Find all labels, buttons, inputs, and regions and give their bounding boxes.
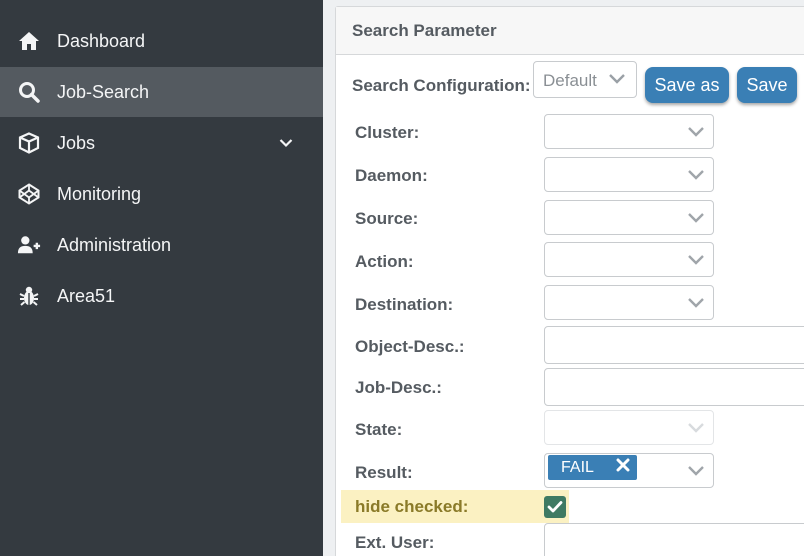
daemon-label: Daemon: [355, 166, 428, 185]
check-icon [547, 501, 563, 513]
job-desc-input[interactable] [544, 368, 804, 406]
hide-checked-row: hide checked: [341, 490, 569, 523]
cube-icon [17, 131, 41, 155]
cluster-select[interactable] [544, 114, 714, 149]
hide-checked-checkbox[interactable] [544, 496, 566, 518]
job-desc-label: Job-Desc.: [355, 378, 442, 397]
remove-tag-icon[interactable] [616, 455, 630, 477]
source-select[interactable] [544, 200, 714, 235]
sidebar-item-jobs[interactable]: Jobs [0, 118, 323, 168]
ext-user-label: Ext. User: [355, 533, 435, 552]
sidebar-item-label: Jobs [57, 132, 96, 153]
hide-checked-label: hide checked: [355, 497, 469, 516]
chevron-down-icon [687, 211, 705, 229]
chevron-down-icon [608, 72, 626, 91]
object-desc-label: Object-Desc.: [355, 337, 465, 356]
sidebar-item-area51[interactable]: Area51 [0, 271, 323, 321]
state-label: State: [355, 420, 403, 439]
chevron-down-icon [687, 421, 705, 439]
search-configuration-label: Search Configuration: [352, 76, 531, 95]
destination-select[interactable] [544, 285, 714, 320]
card-header: Search Parameter [336, 7, 804, 55]
sidebar-item-label: Dashboard [57, 30, 146, 51]
sidebar: Dashboard Job-Search Jobs Monitoring Adm… [0, 0, 323, 556]
result-tag-label: FAIL [561, 459, 594, 476]
object-desc-input[interactable] [544, 326, 804, 364]
chevron-down-icon [687, 464, 705, 482]
sidebar-item-administration[interactable]: Administration [0, 220, 323, 270]
search-icon [17, 80, 41, 104]
chevron-down-icon [687, 253, 705, 271]
bug-icon [17, 284, 41, 308]
user-plus-icon [17, 233, 41, 257]
chevron-down-icon[interactable] [278, 135, 294, 151]
ext-user-input[interactable] [544, 523, 804, 556]
search-configuration-select[interactable]: Default [533, 61, 637, 98]
sidebar-item-monitoring[interactable]: Monitoring [0, 169, 323, 219]
destination-label: Destination: [355, 295, 454, 314]
result-label: Result: [355, 463, 413, 482]
sidebar-item-label: Job-Search [57, 81, 150, 102]
save-as-button[interactable]: Save as [645, 67, 729, 103]
card-title: Search Parameter [352, 21, 497, 40]
daemon-select[interactable] [544, 157, 714, 192]
action-select[interactable] [544, 242, 714, 277]
search-configuration-value: Default [543, 71, 597, 90]
codepen-icon [17, 182, 41, 206]
sidebar-item-label: Area51 [57, 285, 116, 306]
home-icon [17, 29, 41, 53]
sidebar-item-label: Monitoring [57, 183, 142, 204]
chevron-down-icon [687, 125, 705, 143]
chevron-down-icon [687, 168, 705, 186]
action-label: Action: [355, 252, 414, 271]
cluster-label: Cluster: [355, 123, 420, 142]
sidebar-item-job-search[interactable]: Job-Search [0, 67, 323, 117]
save-button[interactable]: Save [737, 67, 797, 103]
chevron-down-icon [687, 296, 705, 314]
sidebar-item-dashboard[interactable]: Dashboard [0, 16, 323, 66]
state-select[interactable] [544, 410, 714, 445]
sidebar-item-label: Administration [57, 234, 172, 255]
result-tag-fail: FAIL [548, 455, 637, 480]
source-label: Source: [355, 209, 419, 228]
